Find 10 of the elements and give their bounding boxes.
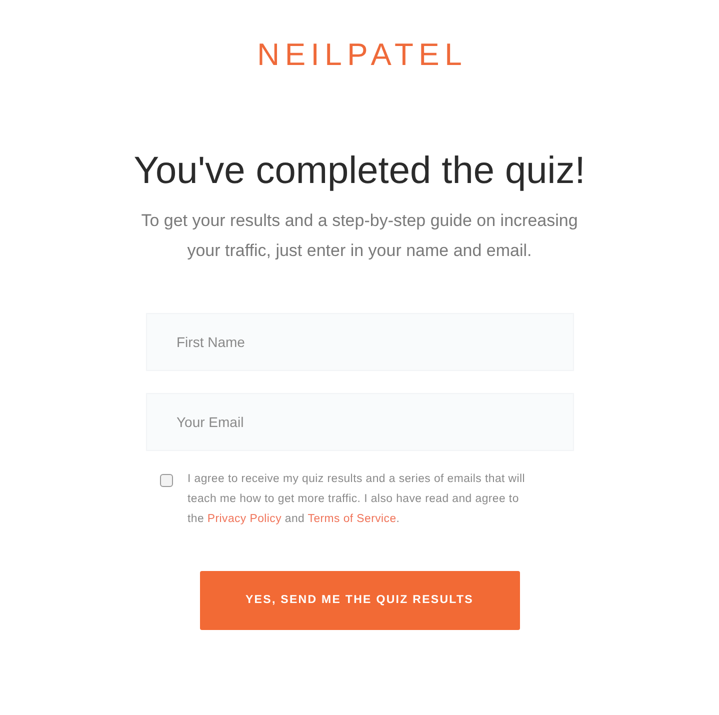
link[interactable]: Terms of Service xyxy=(308,513,396,525)
checkbox[interactable] xyxy=(160,474,172,487)
input-field[interactable]: Your Email xyxy=(146,393,574,451)
input-field[interactable]: First Name xyxy=(146,313,574,371)
link[interactable]: Privacy Policy xyxy=(207,513,282,525)
logo[interactable]: NEILPATEL xyxy=(252,38,468,72)
intro-text: To get your results and a step-by-step guide on increasing your traffic, just enter in your name and email. xyxy=(140,210,579,262)
heading: You've completed the quiz! xyxy=(134,149,586,194)
consent-text: I agree to receive my quiz results and a series of emails that will teach me how to get more traffic. I also have read and agree to the Privacy Policy and Terms of Service. xyxy=(188,472,526,527)
submit-button[interactable]: YES, SEND ME THE QUIZ RESULTS xyxy=(200,571,520,630)
